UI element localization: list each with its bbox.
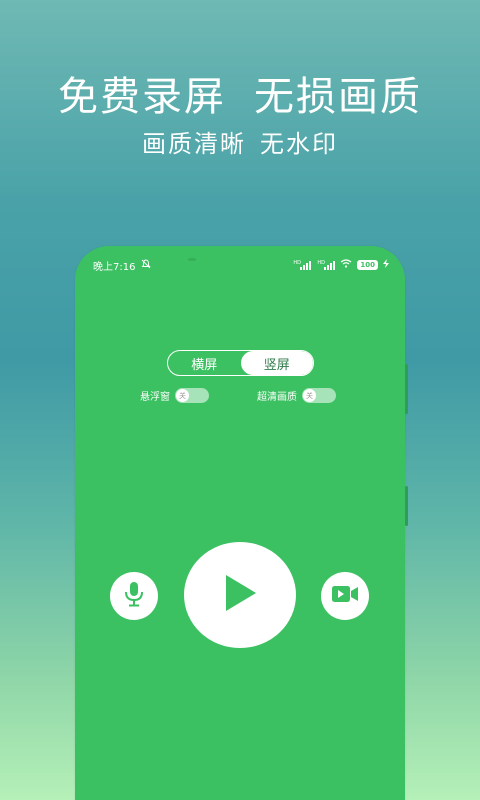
wifi-icon [340, 259, 352, 271]
tab-portrait[interactable]: 竖屏 [240, 351, 313, 375]
hd-quality-setting: 超清画质 关 [257, 388, 336, 403]
headline-right: 无损画质 [254, 74, 422, 120]
play-icon [222, 573, 258, 617]
phone-side-button [405, 364, 408, 414]
headline: 免费录屏 无损画质 [0, 64, 480, 122]
subline-right: 无水印 [260, 130, 338, 158]
phone-mockup: 晚上7:16 HD HD 100 横屏 竖屏 悬浮窗 关 超清画质 关 [75, 246, 408, 800]
video-camera-icon [331, 584, 359, 608]
subline-left: 画质清晰 [142, 130, 246, 158]
headline-left: 免费录屏 [58, 74, 226, 120]
subline: 画质清晰 无水印 [0, 124, 480, 159]
microphone-icon [123, 581, 145, 611]
status-time: 晚上7:16 [93, 261, 136, 273]
camera-button[interactable] [321, 572, 369, 620]
orientation-toggle[interactable]: 横屏 竖屏 [167, 350, 314, 376]
signal-icon: HD [293, 260, 312, 270]
tab-landscape[interactable]: 横屏 [168, 351, 241, 375]
microphone-button[interactable] [110, 572, 158, 620]
floating-window-label: 悬浮窗 [140, 392, 170, 403]
switch-knob: 关 [303, 389, 316, 402]
hd-quality-label: 超清画质 [257, 392, 297, 403]
floating-window-switch[interactable]: 关 [175, 388, 209, 403]
floating-window-setting: 悬浮窗 关 [140, 388, 209, 403]
signal-icon: HD [317, 260, 336, 270]
phone-side-button [405, 486, 408, 526]
start-recording-button[interactable] [184, 542, 296, 648]
bell-off-icon [141, 259, 152, 272]
switch-knob: 关 [176, 389, 189, 402]
hd-quality-switch[interactable]: 关 [302, 388, 336, 403]
status-indicators: HD HD 100 [293, 259, 389, 271]
status-bar: 晚上7:16 HD HD 100 [93, 258, 389, 273]
battery-indicator: 100 [357, 260, 378, 270]
charging-icon [383, 259, 389, 271]
